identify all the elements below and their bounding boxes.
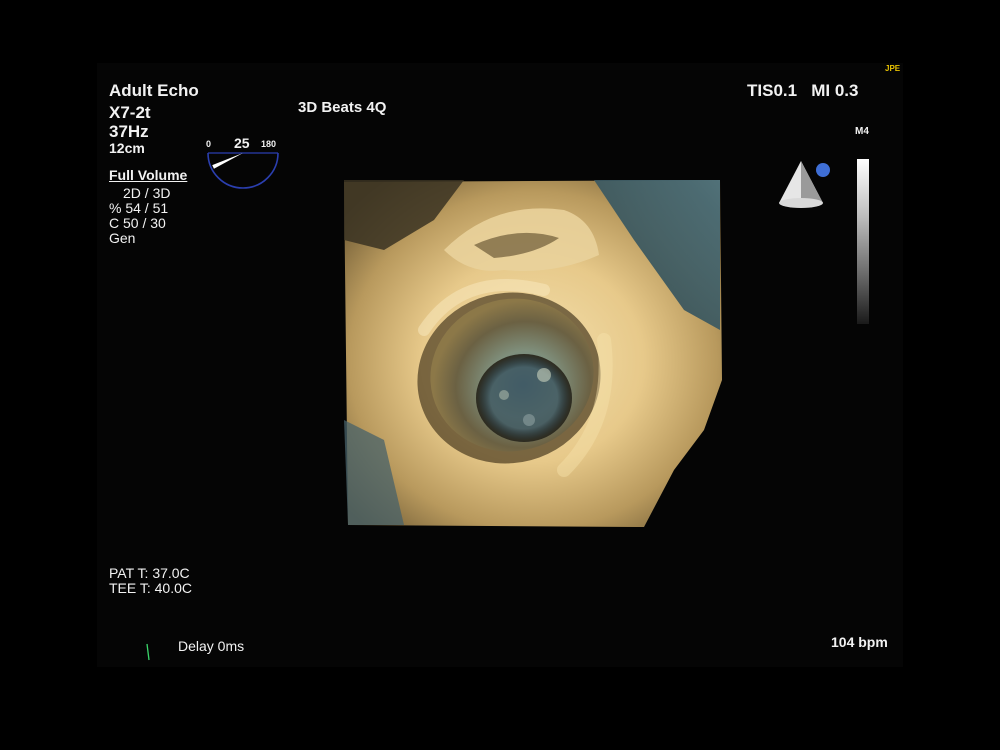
patient-temperature: PAT T: 37.0C bbox=[109, 565, 190, 581]
heart-rate-label: 104 bpm bbox=[831, 634, 888, 650]
gauge-arc bbox=[207, 152, 279, 189]
grayscale-bar bbox=[857, 159, 869, 324]
3d-volume-render bbox=[344, 180, 722, 527]
corner-tag: JPE bbox=[885, 64, 901, 73]
preset-label: Adult Echo bbox=[109, 81, 199, 100]
depth-label: 12cm bbox=[109, 140, 145, 156]
orifice-rim bbox=[476, 354, 572, 442]
mode-title: 3D Beats 4Q bbox=[298, 99, 387, 116]
mode-label: 2D / 3D bbox=[123, 185, 171, 201]
ecg-trace-icon bbox=[146, 643, 150, 661]
output-indices: TIS0.1 MI 0.3 bbox=[747, 81, 859, 100]
frame-rate-label: 37Hz bbox=[109, 122, 149, 141]
probe-temperature: TEE T: 40.0C bbox=[109, 580, 193, 596]
gain-label: % 54 / 51 bbox=[109, 200, 169, 216]
probe-label: X7-2t bbox=[109, 103, 151, 122]
gauge-value-label: 25 bbox=[234, 135, 250, 151]
compress-label: C 50 / 30 bbox=[109, 215, 166, 231]
frequency-label: Gen bbox=[109, 230, 136, 246]
angle-gauge-icon bbox=[207, 152, 279, 189]
full-volume-title: Full Volume bbox=[109, 167, 188, 183]
delay-label: Delay 0ms bbox=[178, 638, 245, 654]
orientation-marker-icon bbox=[779, 161, 830, 208]
gauge-min-label: 0 bbox=[206, 139, 212, 149]
gauge-max-label: 180 bbox=[261, 139, 277, 149]
ultrasound-screen: Adult Echo X7-2t 37Hz 12cm 0 25 180 Full… bbox=[97, 63, 903, 667]
map-label: M4 bbox=[855, 126, 869, 137]
gauge-needle bbox=[212, 153, 243, 169]
